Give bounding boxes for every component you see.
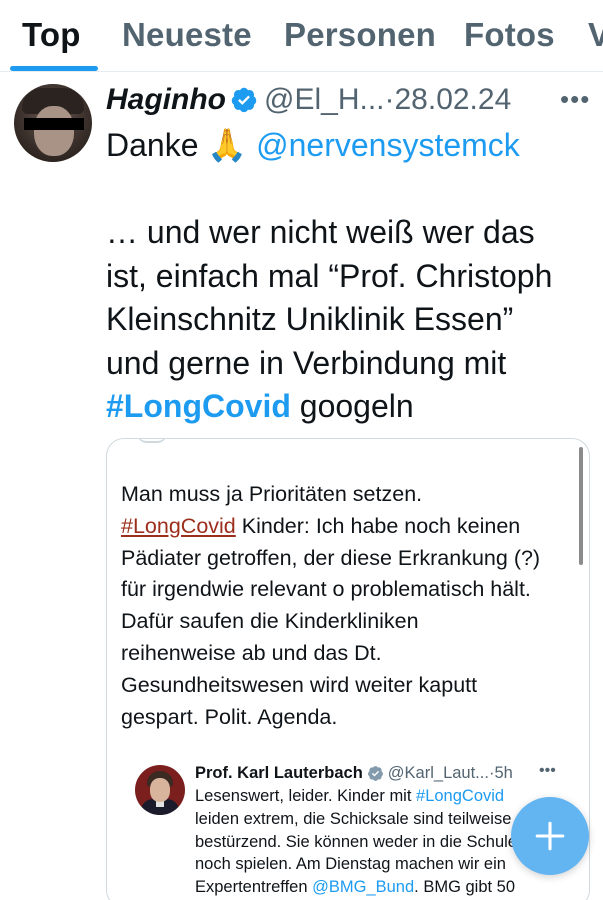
inner-line: . BMG gibt 50 xyxy=(414,878,516,897)
tweet-header: Haginho @El_H... · 28.02.24 xyxy=(106,82,511,118)
search-tabs: Top Neueste Personen Fotos V xyxy=(0,0,603,72)
quoted-line: Gesundheitswesen wird weiter kaputt xyxy=(121,672,478,697)
quoted-line: gespart. Polit. Agenda. xyxy=(121,704,338,729)
display-name[interactable]: Haginho xyxy=(106,83,226,117)
verified-badge-icon xyxy=(367,765,383,781)
tweet-line: und gerne in Verbindung mit xyxy=(106,344,507,381)
user-handle[interactable]: @El_H... xyxy=(264,83,384,117)
plus-icon xyxy=(535,821,565,851)
tab-fotos[interactable]: Fotos xyxy=(464,16,555,54)
tweet-line: Kleinschnitz Uniklinik Essen” xyxy=(106,301,514,337)
inner-tweet-time[interactable]: 5h xyxy=(494,764,512,783)
quoted-line: Pädiater getroffen, der diese Erkrankung… xyxy=(121,545,541,570)
tab-neueste[interactable]: Neueste xyxy=(122,16,252,54)
quoted-line: reihenweise ab und das Dt. xyxy=(121,640,382,665)
quoted-text: Man muss ja Prioritäten setzen. #LongCov… xyxy=(121,479,581,733)
quoted-hashtag-link[interactable]: #LongCovid xyxy=(121,514,236,538)
inner-tweet-header: Prof. Karl Lauterbach @Karl_Laut... · 5h xyxy=(195,761,513,785)
inner-user-handle[interactable]: @Karl_Laut... xyxy=(388,764,489,783)
tab-videos[interactable]: V xyxy=(588,16,603,54)
active-tab-indicator xyxy=(10,66,98,71)
mention-link[interactable]: @nervensystemck xyxy=(256,127,520,163)
more-dots-icon[interactable]: ••• xyxy=(560,84,590,115)
quoted-line: Dafür saufen die Kinderkliniken xyxy=(121,609,419,634)
praying-hands-icon: 🙏 xyxy=(207,127,248,163)
inner-display-name[interactable]: Prof. Karl Lauterbach xyxy=(195,764,363,783)
hashtag-link[interactable]: #LongCovid xyxy=(106,388,291,424)
tab-personen[interactable]: Personen xyxy=(284,16,436,54)
compose-button[interactable] xyxy=(511,797,589,875)
tweet-text: Danke 🙏 @nervensystemck … und wer nicht … xyxy=(106,124,596,429)
quoted-line: Man muss ja Prioritäten setzen. xyxy=(121,482,423,506)
separator-dot: · xyxy=(384,83,395,116)
tweet-line-end: googeln xyxy=(290,388,414,424)
tab-top[interactable]: Top xyxy=(22,16,81,54)
inner-mention-link[interactable]: @BMG_Bund xyxy=(312,878,414,896)
inner-line: Lesenswert, leider. Kinder mit xyxy=(195,787,417,805)
more-dots-icon[interactable]: ••• xyxy=(539,762,556,780)
card-edge xyxy=(137,439,167,443)
quoted-line: für irgendwie relevant o problematisch h… xyxy=(121,577,531,602)
avatar[interactable] xyxy=(14,84,92,162)
tweet-date[interactable]: 28.02.24 xyxy=(394,83,511,117)
inner-avatar[interactable] xyxy=(135,765,185,815)
verified-badge-icon xyxy=(231,87,257,113)
inner-hashtag-link[interactable]: #LongCovid xyxy=(416,787,504,805)
tweet-text-start: Danke xyxy=(106,127,199,163)
quoted-line: Kinder: Ich habe noch keinen xyxy=(235,513,521,538)
tweet-line: … und wer nicht weiß wer das xyxy=(106,214,535,250)
inner-line: Expertentreffen xyxy=(195,878,313,897)
tweet-line: ist, einfach mal “Prof. Christoph xyxy=(106,257,553,294)
